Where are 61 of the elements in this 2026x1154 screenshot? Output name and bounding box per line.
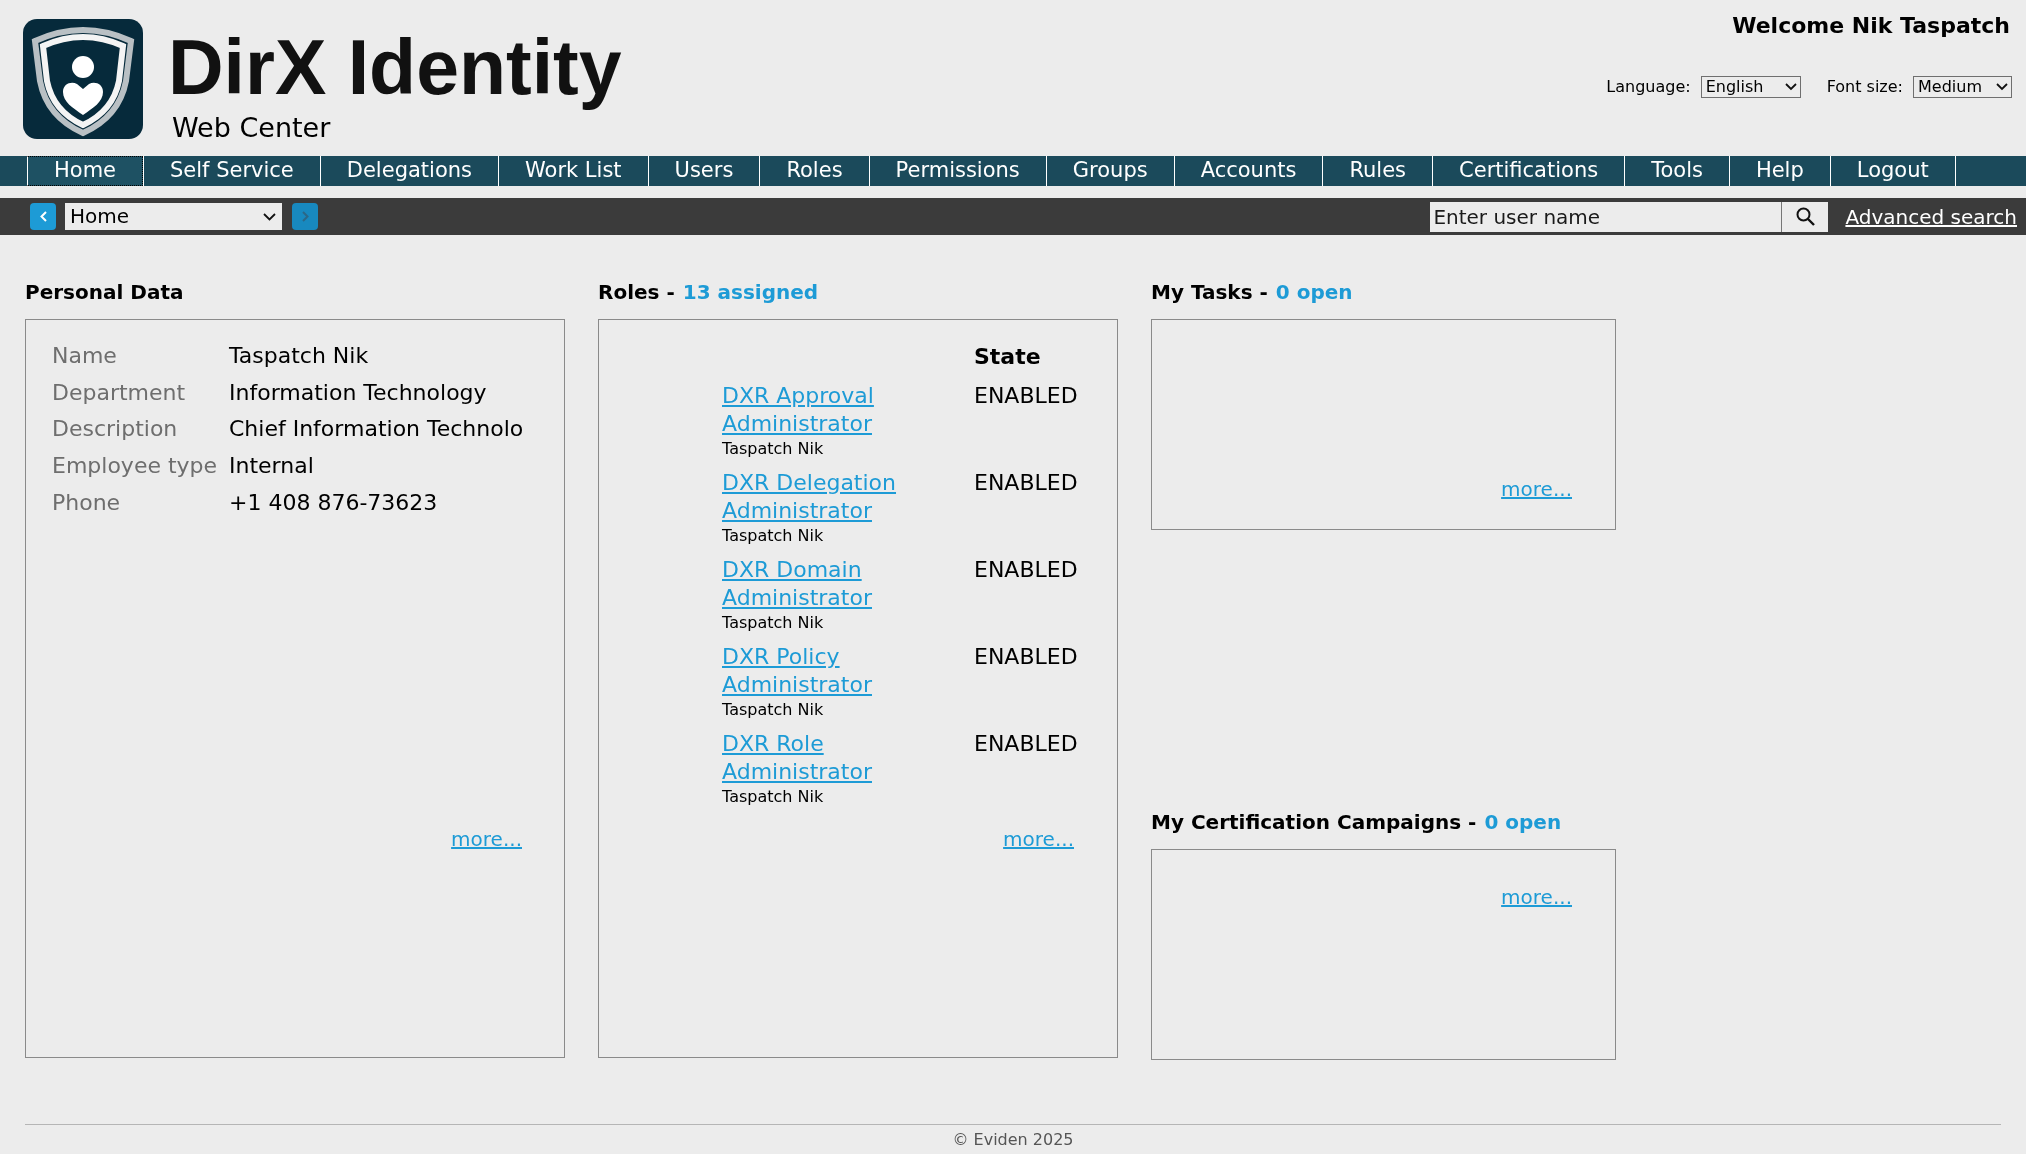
page-select[interactable]: Home [65, 203, 282, 230]
nav-tab[interactable]: Tools [1624, 156, 1729, 186]
field-label: Name [52, 342, 118, 370]
font-size-select[interactable]: Medium [1913, 76, 2012, 98]
search-button[interactable] [1781, 201, 1829, 232]
role-owner: Taspatch Nik [722, 438, 824, 460]
nav-tab[interactable]: Work List [498, 156, 648, 186]
column-header: State [974, 343, 1042, 371]
role-owner: Taspatch Nik [722, 525, 824, 547]
chevron-left-icon [39, 211, 47, 222]
nav-tab[interactable]: Permissions [868, 156, 1046, 186]
advanced-search-link[interactable]: Advanced search [1845, 203, 2017, 230]
count-text: 0 open [1484, 810, 1562, 834]
nav-tab[interactable]: Home [27, 156, 143, 186]
role-state: ENABLED [974, 469, 1079, 497]
field-label: Employee type [52, 452, 219, 481]
nav-tab[interactable]: Users [647, 156, 760, 186]
count-text: 0 open [1275, 280, 1353, 304]
section-title: Personal Data [25, 280, 184, 304]
field-value: Chief Information Technolo [229, 415, 525, 444]
nav-tab[interactable]: Logout [1829, 156, 1956, 186]
nav-tab[interactable]: Accounts [1173, 156, 1323, 186]
field-label: Phone [52, 488, 122, 517]
nav-tab[interactable]: Rules [1322, 156, 1433, 186]
chevron-right-icon [301, 211, 309, 222]
role-owner: Taspatch Nik [722, 786, 824, 808]
nav-tab[interactable]: Roles [759, 156, 869, 186]
footer-text: © Eviden 2025 [952, 1129, 1074, 1151]
logo-subtitle: Web Center [172, 112, 332, 144]
count-text: 13 assigned [682, 280, 819, 304]
shield-person-logo-icon [23, 19, 143, 139]
search-icon [1795, 207, 1815, 226]
field-value: Taspatch Nik [229, 342, 370, 370]
back-button[interactable] [30, 203, 56, 230]
section-title: Roles - [598, 280, 675, 304]
role-owner: Taspatch Nik [722, 699, 824, 721]
field-label: Description [52, 415, 179, 444]
nav-tab[interactable]: Self Service [143, 156, 320, 186]
section-title: My Tasks - [1151, 280, 1268, 304]
role-state: ENABLED [974, 730, 1079, 758]
font-size-label: Font size: [1826, 77, 1903, 97]
field-value: Internal [229, 452, 315, 481]
nav-tab[interactable]: Groups [1045, 156, 1174, 186]
language-select[interactable]: English [1700, 76, 1801, 98]
role-state: ENABLED [974, 643, 1079, 671]
role-state: ENABLED [974, 556, 1079, 584]
search-field[interactable]: Enter user name [1430, 201, 1782, 232]
field-value: +1 408 876-73623 [229, 488, 439, 517]
nav-tab[interactable]: Help [1728, 156, 1830, 186]
section-title: My Certification Campaigns - [1151, 810, 1477, 834]
language-label: Language: [1606, 77, 1691, 97]
welcome-text: Welcome Nik Taspatch [1732, 12, 2010, 40]
chevron-down-icon [1996, 83, 2008, 91]
field-value: Information Technology [229, 378, 488, 407]
chevron-down-icon [263, 212, 276, 221]
nav-tab[interactable]: Delegations [319, 156, 498, 186]
role-owner: Taspatch Nik [722, 612, 824, 634]
nav-tab[interactable]: Certifications [1432, 156, 1625, 186]
field-label: Department [52, 378, 187, 407]
chevron-down-icon [1784, 83, 1797, 91]
role-state: ENABLED [974, 382, 1079, 410]
